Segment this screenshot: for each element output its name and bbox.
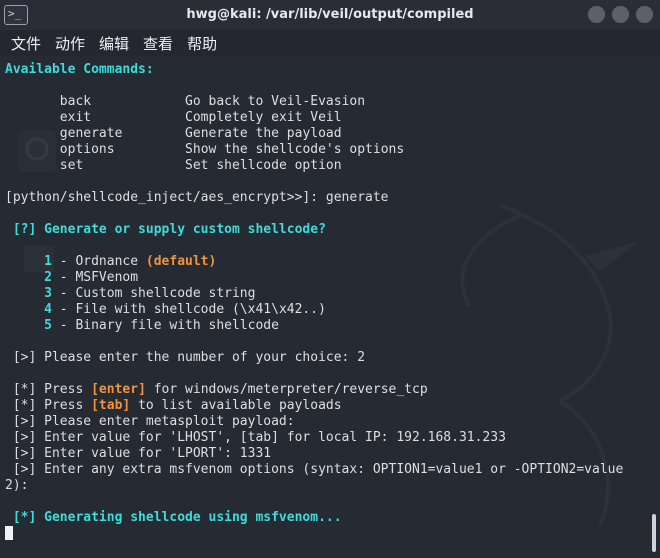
press-tab-line: [*] Press [tab] to list available payloa…	[12, 398, 342, 413]
command-row: set Set shellcode option	[5, 158, 623, 174]
menu-actions[interactable]: 动作	[55, 33, 85, 54]
choice-row: 3 - Custom shellcode string	[44, 286, 256, 301]
command-name: back	[59, 94, 92, 109]
window-title: hwg@kali: /var/lib/veil/output/compiled	[186, 7, 474, 22]
available-commands-header: Available Commands:	[5, 62, 154, 77]
extra-options-wrap-line: 2):	[5, 478, 29, 493]
choice-row: 5 - Binary file with shellcode	[44, 318, 279, 333]
command-desc: Go back to Veil-Evasion	[185, 94, 366, 109]
command-desc: Set shellcode option	[185, 158, 342, 173]
maximize-icon	[612, 6, 629, 23]
command-name: exit	[59, 110, 92, 125]
menu-help[interactable]: 帮助	[187, 33, 217, 54]
menu-edit[interactable]: 编辑	[99, 33, 129, 54]
generating-line: [*] Generating shellcode using msfvenom.…	[12, 510, 342, 525]
enter-payload-line: [>] Please enter metasploit payload:	[12, 414, 295, 429]
text-cursor	[5, 526, 13, 540]
cursor-line	[5, 526, 623, 542]
menu-file[interactable]: 文件	[11, 33, 41, 54]
command-row: back Go back to Veil-Evasion	[5, 94, 623, 110]
lhost-line: [>] Enter value for 'LHOST', [tab] for l…	[12, 430, 506, 445]
command-name: options	[59, 142, 115, 157]
maximize-button[interactable]	[612, 6, 629, 23]
press-enter-line: [*] Press [enter] for windows/meterprete…	[12, 382, 428, 397]
close-button[interactable]	[636, 6, 653, 23]
close-icon	[636, 6, 653, 23]
question-line: [?] Generate or supply custom shellcode?	[12, 222, 326, 237]
command-desc: Generate the payload	[185, 126, 342, 141]
scrollbar-thumb[interactable]	[652, 514, 656, 552]
terminal-output[interactable]: Available Commands: back Go back to Veil…	[0, 56, 660, 558]
choice-row: 4 - File with shellcode (\x41\x42..)	[44, 302, 326, 317]
choice-prompt-line: [>] Please enter the number of your choi…	[12, 350, 366, 365]
command-desc: Completely exit Veil	[185, 110, 342, 125]
command-name: generate	[59, 126, 123, 141]
command-row: generate Generate the payload	[5, 126, 623, 142]
minimize-button[interactable]	[588, 6, 605, 23]
command-name: set	[59, 158, 84, 173]
command-row: exit Completely exit Veil	[5, 110, 623, 126]
extra-options-line: [>] Enter any extra msfvenom options (sy…	[12, 462, 624, 477]
choice-row: 1 - Ordnance (default)	[44, 254, 217, 269]
lport-line: [>] Enter value for 'LPORT': 1331	[12, 446, 272, 461]
command-desc: Show the shellcode's options	[185, 142, 405, 157]
terminal-window: >_ hwg@kali: /var/lib/veil/output/compil…	[0, 0, 660, 558]
prompt-line: [python/shellcode_inject/aes_encrypt>>]:…	[5, 190, 389, 205]
menu-bar: 文件 动作 编辑 查看 帮助	[0, 30, 660, 56]
choice-row: 2 - MSFVenom	[44, 270, 139, 285]
minimize-icon	[588, 6, 605, 23]
menu-view[interactable]: 查看	[143, 33, 173, 54]
title-bar: >_ hwg@kali: /var/lib/veil/output/compil…	[0, 0, 660, 30]
command-row: options Show the shellcode's options	[5, 142, 623, 158]
